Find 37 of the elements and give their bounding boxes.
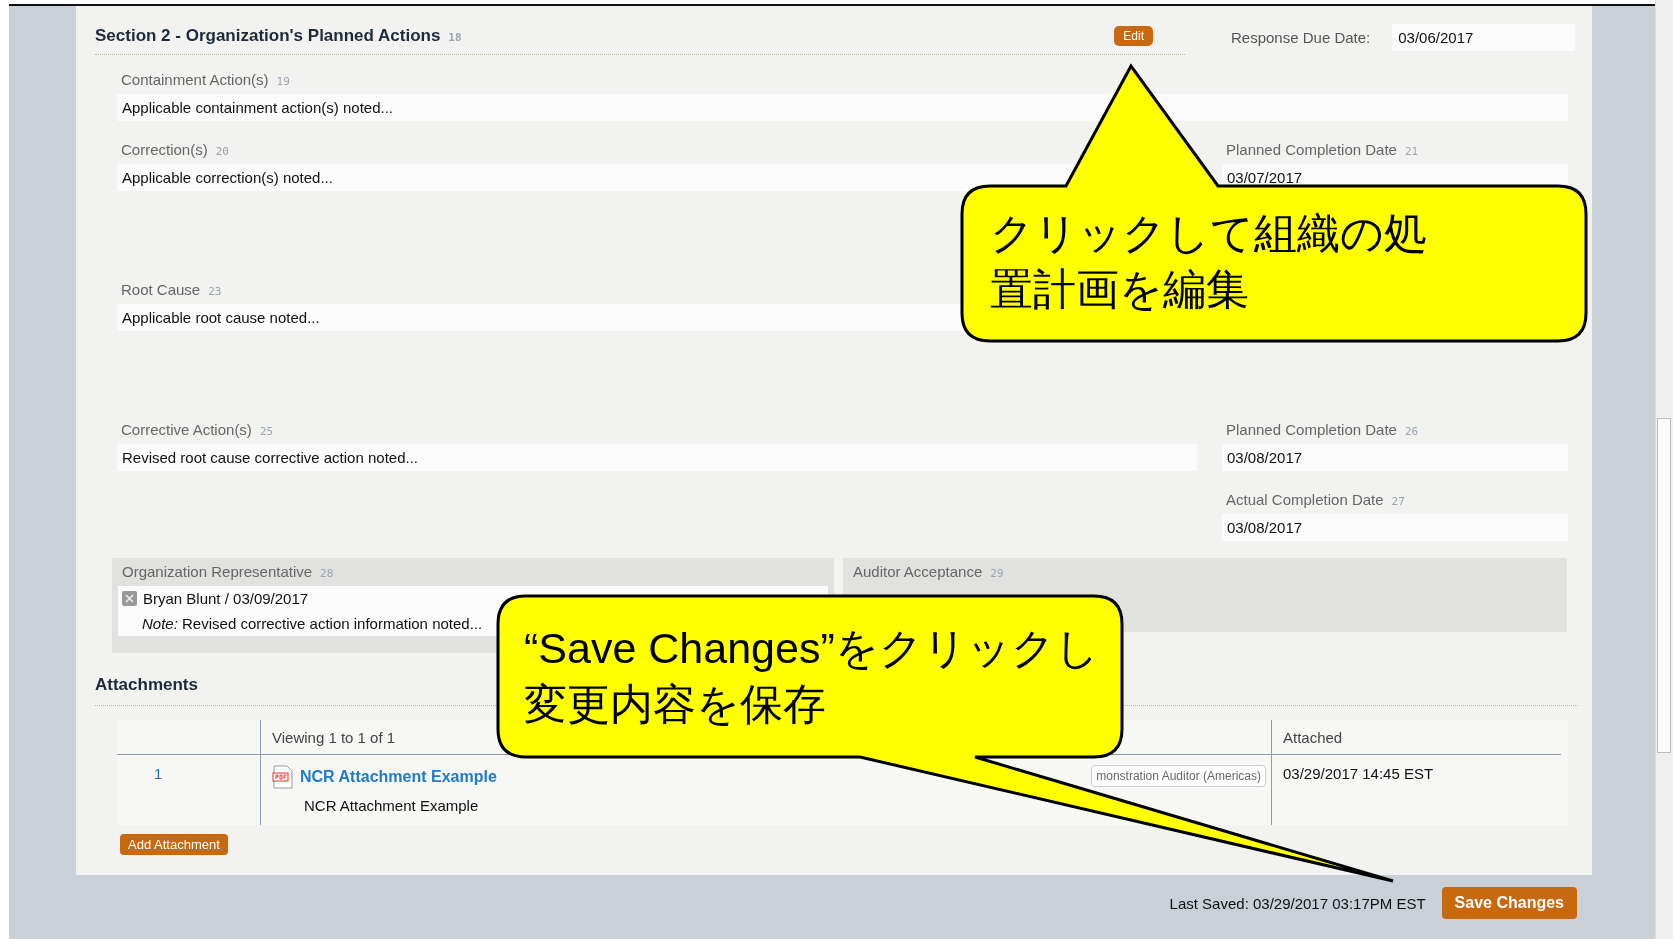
field-number: 21 (1404, 145, 1419, 158)
field-value[interactable]: Revised root cause corrective action noted... (117, 444, 1197, 471)
section-number: 18 (448, 31, 462, 44)
field-label: Organization Representative 28 (121, 563, 335, 580)
field-label: Corrective Action(s) 25 (120, 421, 275, 438)
field-number: 27 (1391, 495, 1405, 508)
note-text: Note: Revised corrective action information noted... (141, 615, 484, 632)
row-number: 1 (154, 765, 163, 782)
attachment-link[interactable]: NCR Attachment Example (300, 768, 497, 786)
section-title: Section 2 - Organization's Planned Actions 18 (95, 26, 462, 46)
field-number: 23 (208, 285, 222, 298)
column-header: Attached (1271, 720, 1561, 755)
field-label: Auditor Acceptance 29 (852, 563, 1005, 580)
edit-button[interactable]: Edit (1114, 26, 1153, 46)
field-number: 25 (259, 425, 274, 438)
field-label: Response Due Date: (1231, 29, 1371, 46)
last-saved-text: Last Saved: 03/29/2017 03:17PM EST (1169, 894, 1426, 912)
field-label: Actual Completion Date 27 (1225, 491, 1406, 508)
attached-date: 03/29/2017 14:45 EST (1283, 765, 1434, 782)
field-number: 28 (320, 567, 334, 580)
save-changes-button[interactable]: Save Changes (1441, 887, 1577, 919)
field-label: Correction(s) 20 (120, 141, 230, 158)
signature-text: Bryan Blunt / 03/09/2017 (143, 590, 309, 607)
field-number: 20 (215, 145, 229, 158)
field-value[interactable]: 03/08/2017 (1222, 514, 1568, 541)
field-value[interactable]: 03/08/2017 (1222, 444, 1568, 471)
author-tag: monstration Auditor (Americas) (1091, 765, 1266, 787)
field-label: Planned Completion Date 26 (1225, 421, 1420, 438)
field-label: Containment Action(s) 19 (120, 71, 291, 88)
add-attachment-button[interactable]: Add Attachment (120, 834, 228, 855)
field-number: 26 (1404, 425, 1419, 438)
field-value[interactable]: Applicable containment action(s) noted... (117, 94, 1568, 121)
field-number: 29 (990, 567, 1004, 580)
field-number: 19 (276, 75, 290, 88)
field-value[interactable]: 03/06/2017 (1392, 24, 1575, 51)
field-label: Planned Completion Date 21 (1225, 141, 1420, 158)
attachment-description: NCR Attachment Example (304, 797, 479, 814)
